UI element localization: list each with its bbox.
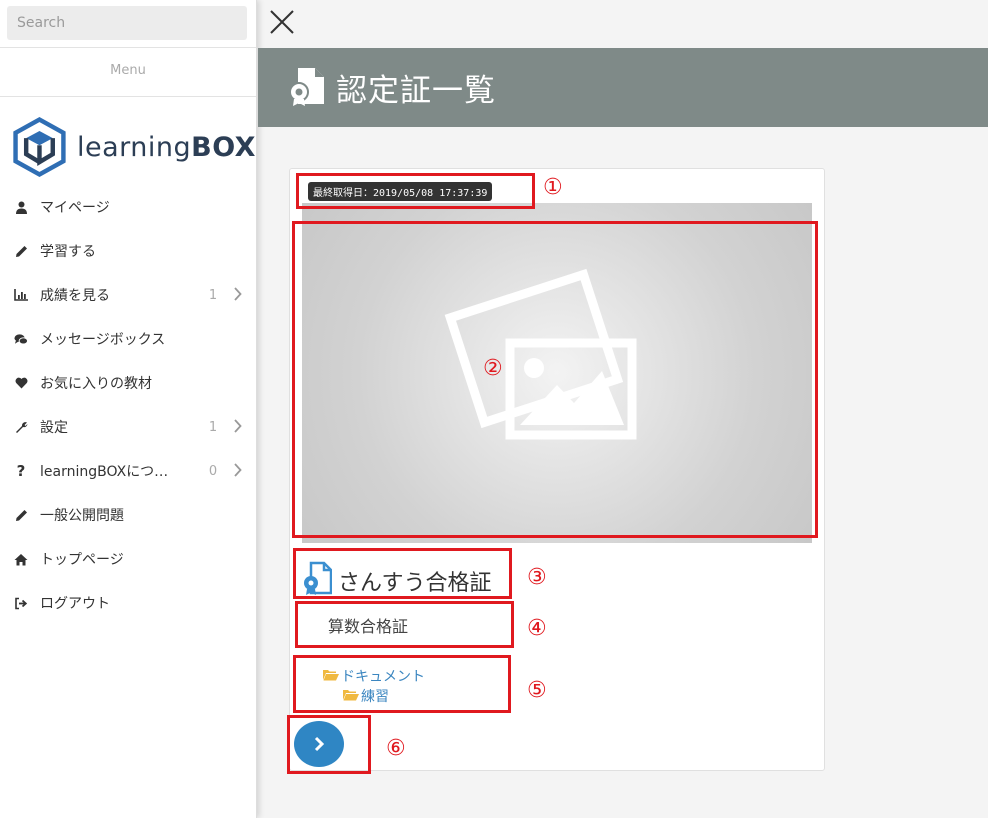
question-icon: ? bbox=[16, 462, 26, 480]
annotation-box-2 bbox=[292, 221, 818, 538]
annotation-box-5 bbox=[293, 655, 511, 713]
pencil-icon bbox=[14, 508, 28, 522]
sign-out-icon bbox=[14, 596, 28, 610]
annotation-number-2: ② bbox=[483, 356, 503, 381]
sidebar: Menu learningBOX マイページ 学習する 成績を見る bbox=[0, 0, 257, 818]
chevron-right-icon bbox=[224, 418, 242, 437]
sidebar-item-label: 学習する bbox=[40, 244, 96, 260]
menu-heading: Menu bbox=[0, 48, 256, 97]
sidebar-item-favorites[interactable]: お気に入りの教材 bbox=[0, 361, 256, 405]
sidebar-item-settings[interactable]: 設定 1 bbox=[0, 405, 256, 449]
sidebar-item-mypage[interactable]: マイページ bbox=[0, 185, 256, 229]
sidebar-item-label: ログアウト bbox=[40, 596, 110, 612]
page-title: 認定証一覧 bbox=[336, 73, 496, 109]
user-icon bbox=[14, 200, 28, 214]
certificate-icon bbox=[288, 66, 326, 110]
annotation-box-3 bbox=[293, 548, 512, 599]
close-icon[interactable] bbox=[268, 8, 296, 36]
logo-cube-icon bbox=[13, 116, 66, 178]
sidebar-nav: マイページ 学習する 成績を見る 1 メッセージボックス お気に入りの教材 設定… bbox=[0, 185, 256, 625]
sidebar-item-label: お気に入りの教材 bbox=[40, 376, 152, 392]
logo-text: learningBOX bbox=[76, 131, 256, 163]
annotation-number-3: ③ bbox=[527, 565, 547, 590]
chevron-right-icon bbox=[224, 462, 242, 481]
sidebar-item-count: 1 bbox=[208, 287, 218, 303]
search-input[interactable] bbox=[7, 6, 247, 40]
sidebar-item-messagebox[interactable]: メッセージボックス bbox=[0, 317, 256, 361]
sidebar-item-label: 設定 bbox=[40, 420, 68, 436]
sidebar-item-label: learningBOXにつ… bbox=[40, 464, 169, 480]
sidebar-item-count: 0 bbox=[208, 463, 218, 479]
chevron-right-icon bbox=[224, 286, 242, 305]
bar-chart-icon bbox=[14, 288, 28, 302]
sidebar-item-label: 成績を見る bbox=[40, 288, 110, 304]
sidebar-item-grades[interactable]: 成績を見る 1 bbox=[0, 273, 256, 317]
sidebar-item-label: メッセージボックス bbox=[40, 332, 166, 348]
home-icon bbox=[14, 552, 28, 566]
annotation-number-4: ④ bbox=[527, 616, 547, 641]
sidebar-item-about[interactable]: ? learningBOXにつ… 0 bbox=[0, 449, 256, 493]
annotation-box-1 bbox=[296, 173, 535, 209]
annotation-box-4 bbox=[295, 601, 514, 648]
sidebar-item-label: トップページ bbox=[40, 552, 124, 568]
page-header: 認定証一覧 bbox=[258, 48, 988, 127]
annotation-number-5: ⑤ bbox=[527, 678, 547, 703]
sidebar-item-count: 1 bbox=[208, 419, 218, 435]
annotation-box-6 bbox=[287, 715, 371, 774]
sidebar-item-label: 一般公開問題 bbox=[40, 508, 124, 524]
pencil-icon bbox=[14, 244, 28, 258]
sidebar-item-top-page[interactable]: トップページ bbox=[0, 537, 256, 581]
sidebar-item-label: マイページ bbox=[40, 200, 110, 216]
comments-icon bbox=[14, 332, 28, 346]
annotation-number-1: ① bbox=[543, 175, 563, 200]
search-bar bbox=[0, 0, 256, 48]
heart-icon bbox=[14, 376, 28, 390]
sidebar-item-public-questions[interactable]: 一般公開問題 bbox=[0, 493, 256, 537]
sidebar-item-study[interactable]: 学習する bbox=[0, 229, 256, 273]
learningbox-logo[interactable]: learningBOX bbox=[0, 97, 256, 185]
sidebar-item-logout[interactable]: ログアウト bbox=[0, 581, 256, 625]
annotation-number-6: ⑥ bbox=[386, 736, 406, 761]
wrench-icon bbox=[14, 420, 28, 434]
